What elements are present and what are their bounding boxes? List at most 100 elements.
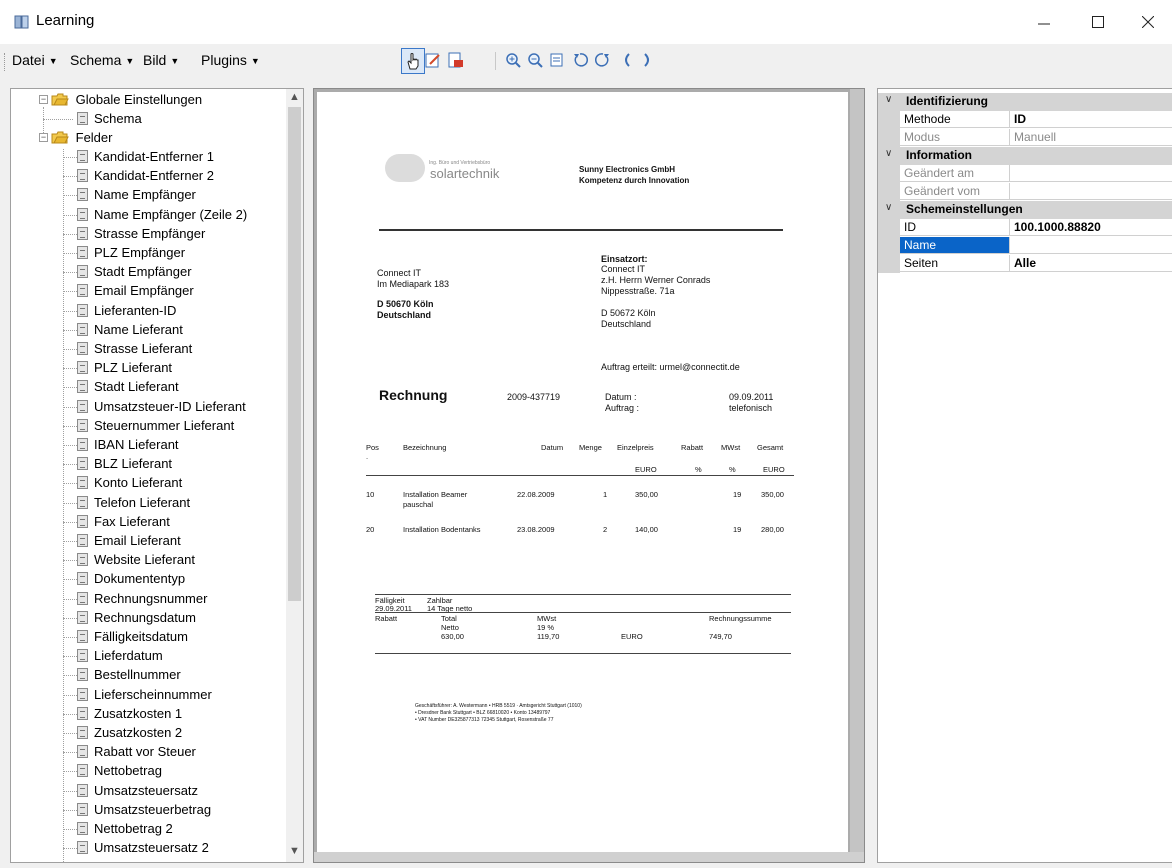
zoom-out-button[interactable] [525, 49, 545, 71]
tree-node-field[interactable]: Nettobetrag 2 [77, 819, 173, 838]
tree-scroll-thumb[interactable] [288, 107, 301, 601]
fit-page-button[interactable] [547, 49, 567, 71]
menu-schema[interactable]: Schema ▼ [70, 52, 134, 68]
tree-node-field[interactable]: Dokumententyp [77, 569, 185, 588]
tree-node-field[interactable]: Email Empfänger [77, 281, 194, 300]
rotate-left-button[interactable] [570, 49, 590, 71]
tree-node-field[interactable]: Konto Lieferant [77, 473, 182, 492]
row-pos: 20 [366, 525, 375, 534]
tree-node-field[interactable]: Website Lieferant [77, 550, 195, 569]
tree-node-field[interactable]: Name Empfänger [77, 185, 196, 204]
scroll-down-icon[interactable]: ▼ [289, 845, 300, 857]
tree-node-label: Fälligkeitsdatum [94, 629, 188, 644]
tree-node-schema[interactable]: Schema [77, 109, 142, 128]
tree-node-label: Felder [75, 130, 113, 145]
property-category[interactable]: ∨ Information [878, 147, 1172, 165]
tree-node-field[interactable]: Strasse Empfänger [77, 224, 205, 243]
menu-plugins[interactable]: Plugins ▼ [201, 52, 260, 68]
property-value[interactable]: Alle [1010, 255, 1172, 272]
tree-node-field[interactable]: Bestellnummer [77, 665, 181, 684]
property-row[interactable]: Geändert vom [878, 183, 1172, 201]
property-category[interactable]: ∨ Identifizierung [878, 93, 1172, 111]
property-value[interactable] [1010, 237, 1172, 254]
property-value[interactable] [1010, 165, 1172, 182]
properties-grid[interactable]: ∨ Identifizierung Methode ID Modus Manuell ∨ In… [877, 88, 1172, 863]
tree-node-field[interactable]: Umsatzsteuersatz [77, 781, 198, 800]
previous-page-button[interactable] [616, 49, 636, 71]
tree-node-felder[interactable]: Felder [51, 128, 112, 147]
tree-node-field[interactable]: Steuernummer Lieferant [77, 416, 234, 435]
property-row[interactable]: Geändert am [878, 165, 1172, 183]
tree-node-field[interactable]: BLZ Lieferant [77, 454, 172, 473]
document-viewer[interactable]: Ing. Büro und Vertriebsbüro solartechnik… [313, 88, 865, 863]
field-icon [77, 284, 88, 297]
collapse-toggle-felder[interactable]: − [39, 133, 48, 142]
tree-node-field[interactable]: Nettobetrag [77, 761, 162, 780]
tree-node-field[interactable]: Rechnungsnummer [77, 589, 207, 608]
tree-node-field[interactable]: Rabatt vor Steuer [77, 742, 196, 761]
edit-button[interactable] [423, 49, 443, 71]
tree-node-field[interactable]: Lieferanten-ID [77, 301, 176, 320]
property-category[interactable]: ∨ Schemeinstellungen [878, 201, 1172, 219]
property-row[interactable]: Seiten Alle [878, 255, 1172, 273]
tree-node-field[interactable]: Name Empfänger (Zeile 2) [77, 205, 247, 224]
field-icon [77, 841, 88, 854]
next-page-button[interactable] [638, 49, 658, 71]
tree-node-field[interactable]: Telefon Lieferant [77, 493, 190, 512]
rechnungssumme-value: 749,70 [709, 632, 732, 641]
tree-node-field[interactable]: Email Lieferant [77, 531, 181, 550]
zoom-in-button[interactable] [503, 49, 523, 71]
property-row[interactable]: Methode ID [878, 111, 1172, 129]
close-button[interactable] [1128, 6, 1168, 38]
menu-datei[interactable]: Datei ▼ [12, 52, 58, 68]
tree-node-field[interactable]: PLZ Lieferant [77, 358, 172, 377]
tree-node-field[interactable]: Fax Lieferant [77, 512, 170, 531]
collapse-chevron-icon[interactable]: ∨ [885, 94, 892, 105]
tree-node-field[interactable]: Stadt Lieferant [77, 377, 179, 396]
collapse-chevron-icon[interactable]: ∨ [885, 148, 892, 159]
property-value[interactable]: ID [1010, 111, 1172, 128]
field-icon [77, 438, 88, 451]
property-row[interactable]: Modus Manuell [878, 129, 1172, 147]
tree-node-globale[interactable]: Globale Einstellungen [51, 90, 202, 109]
viewer-vertical-scrollbar[interactable] [850, 89, 864, 862]
tree-node-field[interactable]: Zusatzkosten 2 [77, 723, 182, 742]
collapse-chevron-icon[interactable]: ∨ [885, 202, 892, 213]
property-value[interactable]: 100.1000.88820 [1010, 219, 1172, 236]
field-tree[interactable]: − Globale Einstellungen Schema − Felder … [10, 88, 304, 863]
pointer-tool-button[interactable] [401, 48, 425, 74]
table-header: Pos [366, 443, 379, 452]
tree-node-field[interactable]: Name Lieferant [77, 320, 183, 339]
property-row[interactable]: Name [878, 237, 1172, 255]
scroll-up-icon[interactable]: ▲ [289, 91, 300, 103]
tree-node-field[interactable]: Umsatzsteuer-ID Lieferant [77, 397, 246, 416]
folder-icon [51, 93, 69, 106]
tree-node-field[interactable]: Umsatzsteuersatz 2 [77, 838, 209, 857]
collapse-toggle-globale[interactable]: − [39, 95, 48, 104]
tree-node-field[interactable]: Kandidat-Entferner 1 [77, 147, 214, 166]
menu-bild[interactable]: Bild ▼ [143, 52, 179, 68]
tree-node-field[interactable]: Kandidat-Entferner 2 [77, 166, 214, 185]
viewer-horizontal-scrollbar[interactable] [314, 852, 864, 862]
delete-region-button[interactable] [446, 49, 466, 71]
tree-node-field[interactable]: PLZ Empfänger [77, 243, 185, 262]
tree-guide [63, 771, 77, 772]
tree-node-field[interactable]: Lieferdatum [77, 646, 163, 665]
property-value[interactable]: Manuell [1010, 129, 1172, 146]
tree-node-field[interactable]: Rechnungsdatum [77, 608, 196, 627]
property-value[interactable] [1010, 183, 1172, 200]
tree-scrollbar[interactable]: ▲ ▼ [286, 89, 303, 862]
tree-node-field[interactable]: Stadt Empfänger [77, 262, 192, 281]
rotate-right-button[interactable] [593, 49, 613, 71]
table-header: Bezeichnung [403, 443, 447, 452]
tree-node-field[interactable]: Strasse Lieferant [77, 339, 192, 358]
tree-node-field[interactable]: Umsatzsteuerbetrag [77, 800, 211, 819]
property-category-label: Information [906, 148, 972, 162]
maximize-button[interactable] [1078, 6, 1118, 38]
property-row[interactable]: ID 100.1000.88820 [878, 219, 1172, 237]
minimize-button[interactable] [1024, 6, 1064, 38]
tree-node-field[interactable]: Lieferscheinnummer [77, 685, 212, 704]
tree-node-field[interactable]: Zusatzkosten 1 [77, 704, 182, 723]
tree-node-field[interactable]: Fälligkeitsdatum [77, 627, 188, 646]
tree-node-field[interactable]: IBAN Lieferant [77, 435, 179, 454]
